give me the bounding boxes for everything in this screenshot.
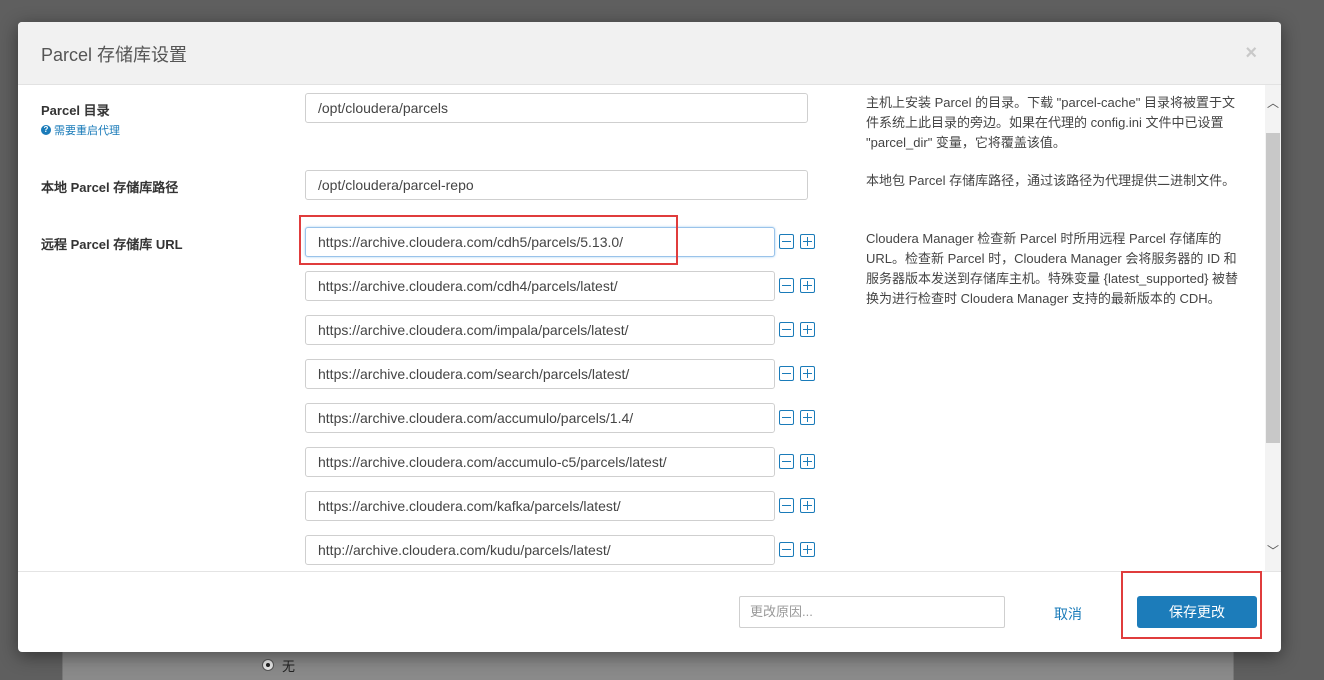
parcel-dir-description: 主机上安装 Parcel 的目录。下载 "parcel-cache" 目录将被置… xyxy=(866,95,1235,150)
restart-agent-hint-label: 需要重启代理 xyxy=(54,125,120,137)
remove-url-minus-icon[interactable] xyxy=(779,542,794,557)
modal-header: Parcel 存储库设置 × xyxy=(18,22,1281,85)
save-changes-button[interactable]: 保存更改 xyxy=(1137,596,1257,628)
chevron-down-icon[interactable]: ﹀ xyxy=(1265,541,1281,561)
restart-agent-hint[interactable]: ? 需要重启代理 xyxy=(41,122,120,138)
chevron-up-icon[interactable]: ︿ xyxy=(1265,93,1281,113)
remove-url-minus-icon[interactable] xyxy=(779,410,794,425)
remote-url-input[interactable]: https://archive.cloudera.com/impala/parc… xyxy=(305,315,775,345)
add-url-plus-icon[interactable] xyxy=(800,322,815,337)
add-url-plus-icon[interactable] xyxy=(800,542,815,557)
remove-url-minus-icon[interactable] xyxy=(779,454,794,469)
add-url-plus-icon[interactable] xyxy=(800,410,815,425)
remote-urls-description: Cloudera Manager 检查新 Parcel 时所用远程 Parcel… xyxy=(866,231,1239,306)
scroll-thumb[interactable] xyxy=(1266,133,1280,443)
remove-url-minus-icon[interactable] xyxy=(779,234,794,249)
remote-url-input[interactable]: https://archive.cloudera.com/accumulo/pa… xyxy=(305,403,775,433)
parcel-settings-modal: Parcel 存储库设置 × Parcel 目录 ? 需要重启代理 /opt/c… xyxy=(18,22,1281,652)
add-url-plus-icon[interactable] xyxy=(800,498,815,513)
remove-url-minus-icon[interactable] xyxy=(779,278,794,293)
scrollbar[interactable]: ︿ ﹀ xyxy=(1265,85,1281,571)
remote-url-input[interactable]: http://archive.cloudera.com/kudu/parcels… xyxy=(305,535,775,565)
remove-url-minus-icon[interactable] xyxy=(779,498,794,513)
remote-url-input[interactable]: https://archive.cloudera.com/search/parc… xyxy=(305,359,775,389)
close-icon[interactable]: × xyxy=(1245,43,1257,63)
remote-url-input[interactable]: https://archive.cloudera.com/cdh5/parcel… xyxy=(305,227,775,257)
change-reason-input[interactable]: 更改原因... xyxy=(739,596,1005,628)
remove-url-minus-icon[interactable] xyxy=(779,366,794,381)
parcel-dir-label: Parcel 目录 xyxy=(41,103,110,118)
background-radio-label: 无 xyxy=(282,659,296,674)
remote-url-input[interactable]: https://archive.cloudera.com/cdh4/parcel… xyxy=(305,271,775,301)
remote-url-input[interactable]: https://archive.cloudera.com/accumulo-c5… xyxy=(305,447,775,477)
modal-footer: 更改原因... 取消 保存更改 xyxy=(18,571,1281,652)
background-radio xyxy=(262,659,274,671)
add-url-plus-icon[interactable] xyxy=(800,454,815,469)
modal-title: Parcel 存储库设置 xyxy=(41,45,188,65)
local-repo-description: 本地包 Parcel 存储库路径，通过该路径为代理提供二进制文件。 xyxy=(866,173,1236,188)
add-url-plus-icon[interactable] xyxy=(800,366,815,381)
remote-urls-label: 远程 Parcel 存储库 URL xyxy=(41,237,183,252)
help-icon: ? xyxy=(41,125,51,135)
remove-url-minus-icon[interactable] xyxy=(779,322,794,337)
local-repo-input[interactable]: /opt/cloudera/parcel-repo xyxy=(305,170,808,200)
modal-body: Parcel 目录 ? 需要重启代理 /opt/cloudera/parcels… xyxy=(18,85,1281,571)
local-repo-label: 本地 Parcel 存储库路径 xyxy=(41,180,179,195)
add-url-plus-icon[interactable] xyxy=(800,278,815,293)
parcel-dir-input[interactable]: /opt/cloudera/parcels xyxy=(305,93,808,123)
add-url-plus-icon[interactable] xyxy=(800,234,815,249)
cancel-button[interactable]: 取消 xyxy=(1054,604,1082,624)
remote-url-input[interactable]: https://archive.cloudera.com/kafka/parce… xyxy=(305,491,775,521)
